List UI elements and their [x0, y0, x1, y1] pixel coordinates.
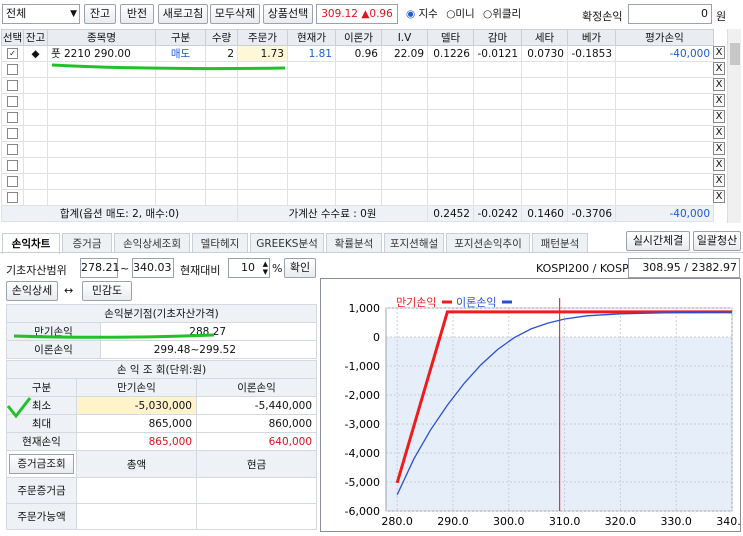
x-tick-label: 320.0	[605, 515, 637, 528]
legend-label-0: 만기손익	[396, 296, 436, 309]
y-tick-label: 0	[373, 331, 380, 344]
y-tick-label: -2,000	[345, 389, 380, 402]
x-tick-label: 280.0	[381, 515, 413, 528]
legend-label-1: 이론손익	[456, 296, 496, 309]
y-tick-label: -1,000	[345, 360, 380, 373]
y-tick-label: 1,000	[349, 302, 381, 315]
annotation-underline-row	[51, 63, 286, 71]
x-tick-label: 310.0	[549, 515, 581, 528]
y-tick-label: -6,000	[345, 505, 380, 518]
annotation-checkmark	[6, 397, 32, 419]
annotation-underline-breakeven	[13, 333, 215, 339]
x-tick-label: 330.0	[660, 515, 692, 528]
x-tick-label: 300.0	[493, 515, 524, 528]
y-tick-label: -5,000	[345, 476, 380, 489]
pnl-chart: 1,000 0 -1,000 -2,000 -3,000 -4,000 -5,000 -6,0…	[345, 296, 741, 528]
y-tick-label: -4,000	[345, 447, 380, 460]
x-tick-label: 340.0	[716, 515, 741, 528]
x-tick-label: 290.0	[437, 515, 469, 528]
y-tick-label: -3,000	[345, 418, 380, 431]
